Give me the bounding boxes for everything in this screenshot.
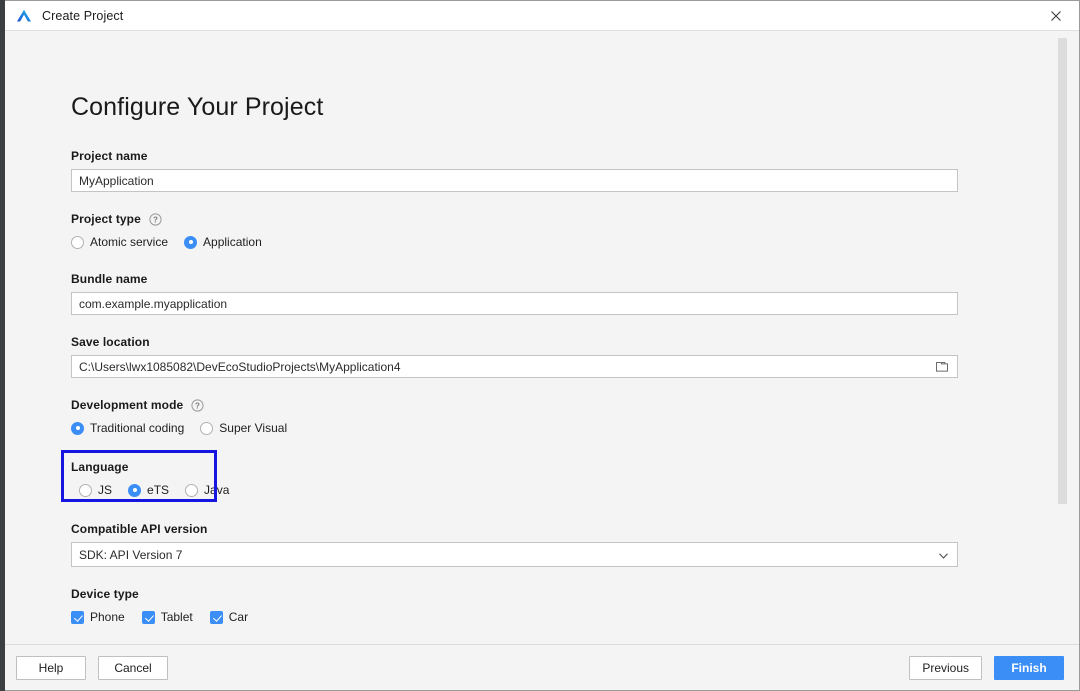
development-mode-radio-group: Traditional coding Super Visual: [71, 418, 958, 438]
field-language: Language JS eTS Java: [61, 450, 958, 502]
checkbox-indicator-checked: [71, 610, 84, 624]
radio-label: eTS: [147, 483, 170, 497]
project-type-label-text: Project type: [71, 212, 141, 226]
checkbox-car[interactable]: Car: [209, 610, 249, 624]
radio-atomic-service[interactable]: Atomic service: [71, 235, 168, 249]
browse-folder-button[interactable]: [927, 356, 957, 377]
radio-label: Traditional coding: [90, 421, 185, 435]
radio-super-visual[interactable]: Super Visual: [200, 421, 287, 435]
folder-icon: [936, 362, 948, 372]
radio-js[interactable]: JS: [79, 483, 112, 497]
question-mark-icon[interactable]: ?: [191, 398, 204, 412]
radio-label: Application: [203, 235, 262, 249]
compatible-api-version-value: SDK: API Version 7: [79, 547, 183, 562]
compatible-api-version-label: Compatible API version: [71, 522, 208, 536]
vertical-scrollbar-thumb[interactable]: [1058, 38, 1067, 504]
project-type-label: Project type ?: [71, 212, 958, 226]
radio-indicator: [71, 235, 84, 249]
field-save-location: Save location: [71, 335, 958, 378]
field-development-mode: Development mode ? Traditional coding Su…: [71, 398, 958, 438]
close-icon: [1051, 10, 1061, 21]
svg-text:?: ?: [153, 215, 158, 224]
field-project-type: Project type ? Atomic service Applicatio…: [71, 212, 958, 252]
compatible-api-version-select[interactable]: SDK: API Version 7: [71, 542, 958, 567]
title-bar: Create Project: [1, 1, 1079, 31]
dialog-content: Configure Your Project Project name Proj…: [1, 31, 1079, 644]
field-project-name: Project name: [71, 149, 958, 192]
checkbox-indicator-checked: [209, 610, 223, 624]
chevron-down-icon: [939, 548, 948, 562]
checkbox-phone[interactable]: Phone: [71, 610, 125, 624]
page-title: Configure Your Project: [71, 93, 324, 121]
checkbox-label: Phone: [90, 610, 125, 624]
radio-indicator-selected: [184, 235, 198, 249]
cancel-button[interactable]: Cancel: [98, 655, 168, 680]
radio-indicator: [185, 483, 199, 497]
project-name-label: Project name: [71, 149, 148, 163]
project-name-input[interactable]: [71, 169, 958, 192]
radio-indicator-selected: [128, 483, 142, 497]
question-mark-icon[interactable]: ?: [149, 212, 162, 226]
development-mode-label: Development mode ?: [71, 398, 958, 412]
background-window-edge: [0, 0, 5, 691]
footer-right-actions: Previous Finish: [909, 655, 1064, 680]
save-location-input-wrap: [71, 355, 958, 378]
finish-button[interactable]: Finish: [994, 655, 1064, 680]
deveco-studio-logo-icon: [16, 9, 32, 22]
window-title: Create Project: [42, 8, 124, 23]
language-radio-group: JS eTS Java: [71, 480, 958, 500]
project-type-radio-group: Atomic service Application: [71, 232, 958, 252]
help-button[interactable]: Help: [16, 655, 86, 680]
device-type-checkbox-group: Phone Tablet Car: [71, 607, 958, 627]
checkbox-label: Car: [228, 610, 249, 624]
svg-text:?: ?: [195, 401, 200, 410]
field-device-type: Device type Phone Tablet Car: [71, 587, 958, 627]
radio-label: JS: [98, 483, 113, 497]
vertical-scrollbar-track[interactable]: [1056, 31, 1067, 644]
radio-indicator: [79, 483, 92, 497]
previous-button[interactable]: Previous: [909, 655, 982, 680]
radio-label: Super Visual: [219, 421, 288, 435]
radio-java[interactable]: Java: [185, 483, 229, 497]
radio-traditional-coding[interactable]: Traditional coding: [71, 421, 184, 435]
bundle-name-input[interactable]: [71, 292, 958, 315]
device-type-label: Device type: [71, 587, 139, 601]
checkbox-label: Tablet: [160, 610, 193, 624]
radio-label: Atomic service: [90, 235, 169, 249]
radio-label: Java: [204, 483, 230, 497]
save-location-input[interactable]: [71, 355, 958, 378]
checkbox-indicator-checked: [141, 610, 155, 624]
project-config-form: Project name Project type ?: [61, 149, 958, 627]
radio-indicator-selected: [71, 421, 84, 435]
language-label: Language: [71, 460, 129, 474]
radio-application[interactable]: Application: [184, 235, 262, 249]
create-project-dialog: Create Project Configure Your Project Pr…: [0, 0, 1080, 691]
field-compatible-api-version: Compatible API version SDK: API Version …: [71, 522, 958, 567]
bundle-name-label: Bundle name: [71, 272, 148, 286]
radio-indicator: [200, 421, 214, 435]
save-location-label: Save location: [71, 335, 150, 349]
field-bundle-name: Bundle name: [71, 272, 958, 315]
development-mode-label-text: Development mode: [71, 398, 184, 412]
radio-ets[interactable]: eTS: [128, 483, 169, 497]
dialog-footer: Help Cancel Previous Finish: [1, 644, 1079, 690]
checkbox-tablet[interactable]: Tablet: [141, 610, 193, 624]
close-button[interactable]: [1033, 1, 1079, 30]
